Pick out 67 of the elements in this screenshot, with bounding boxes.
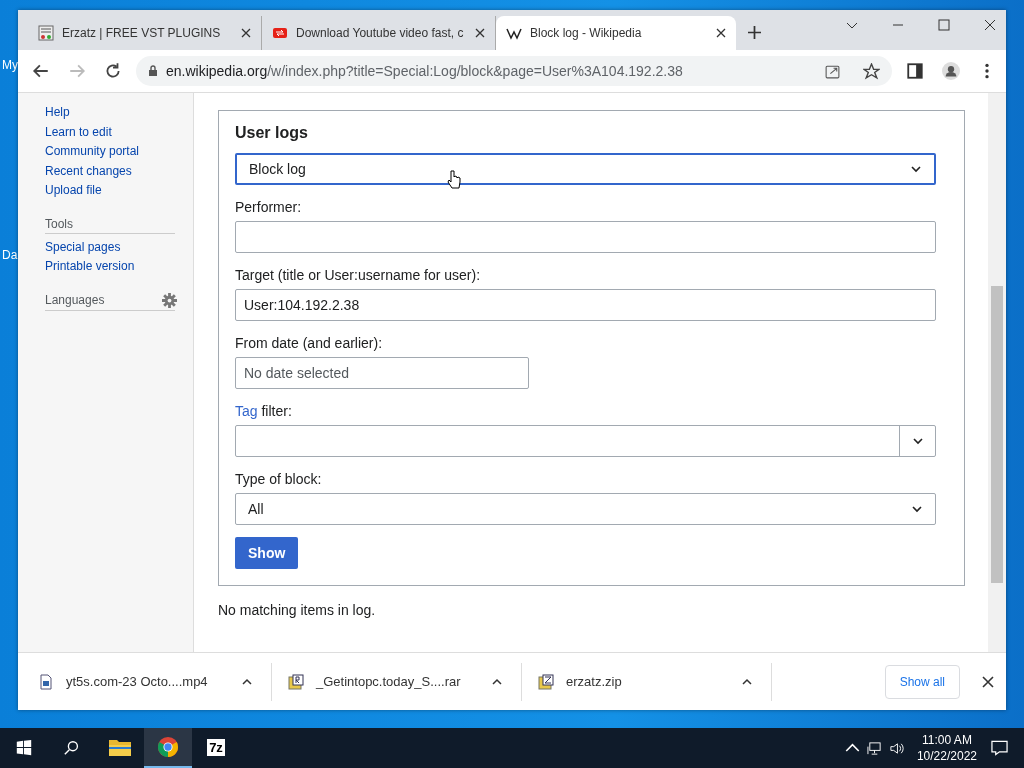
- address-bar[interactable]: en.wikipedia.org/w/index.php?title=Special:Log/block&page=User%3A104.192.2.38: [136, 56, 892, 86]
- field-label: Type of block:: [235, 471, 323, 487]
- taskbar-app[interactable]: [144, 728, 192, 768]
- sidebar-heading: Tools: [45, 216, 73, 231]
- sidebar-link[interactable]: Special pages: [45, 237, 193, 257]
- show-button[interactable]: Show: [235, 537, 299, 569]
- lock-icon: [148, 65, 158, 77]
- maximize-icon[interactable]: [938, 19, 950, 31]
- show-all-button[interactable]: Show all: [884, 664, 960, 699]
- archive-file-icon: [538, 673, 554, 690]
- field-label: Tag filter:: [235, 403, 293, 419]
- clock-time: 11:00 AM: [922, 732, 972, 748]
- download-item[interactable]: _Getintopc.today_S....rar: [288, 662, 522, 701]
- video-file-icon: [38, 673, 54, 690]
- close-icon[interactable]: [982, 675, 994, 688]
- scrollbar[interactable]: [988, 93, 1006, 652]
- download-item[interactable]: erzatz.zip: [538, 662, 772, 701]
- back-arrow-icon[interactable]: [32, 62, 50, 80]
- search-icon[interactable]: [63, 739, 81, 757]
- clock-date: 10/22/2022: [916, 748, 977, 764]
- chrome-icon: [156, 736, 180, 758]
- close-tab-icon[interactable]: [475, 28, 485, 38]
- star-icon[interactable]: [863, 62, 880, 80]
- tag-combo-field[interactable]: [235, 425, 936, 457]
- close-tab-icon[interactable]: [241, 28, 251, 38]
- dropdown[interactable]: Block log: [235, 153, 936, 185]
- browser-tab[interactable]: Block log - Wikipedia: [496, 16, 736, 50]
- sidebar-link[interactable]: Help: [45, 103, 193, 123]
- chevron-down-icon: [910, 163, 922, 175]
- field-label: Target (title or User:username for user):: [235, 267, 482, 283]
- form-legend: User logs: [235, 124, 936, 142]
- input-field[interactable]: [235, 221, 936, 253]
- network-icon[interactable]: [866, 740, 882, 756]
- date-field[interactable]: No date selected: [235, 357, 529, 389]
- taskbar-app[interactable]: 7z: [192, 728, 240, 768]
- new-tab-icon[interactable]: [748, 26, 761, 39]
- input-field[interactable]: User:104.192.2.38: [235, 289, 936, 321]
- reload-icon[interactable]: [104, 62, 122, 80]
- sidebar-link[interactable]: Recent changes: [45, 161, 193, 181]
- hand-cursor-icon: [447, 169, 461, 191]
- empty-log-message: No matching items in log.: [218, 602, 377, 618]
- side-panel-icon[interactable]: [906, 62, 924, 80]
- chevron-down-icon: [911, 503, 923, 515]
- windows-start-icon[interactable]: [15, 739, 33, 757]
- speaker-icon[interactable]: [888, 740, 904, 756]
- sidebar-link[interactable]: Upload file: [45, 181, 193, 201]
- notification-icon[interactable]: [991, 740, 1008, 756]
- profile-avatar-icon[interactable]: [942, 62, 960, 80]
- site-icon: [272, 25, 288, 41]
- download-item[interactable]: yt5s.com-23 Octo....mp4: [38, 662, 272, 701]
- archive-file-icon: [288, 673, 304, 690]
- desktop-label: Da: [2, 248, 18, 262]
- sidebar-heading: Languages: [45, 293, 105, 307]
- settings-icon[interactable]: [162, 292, 177, 308]
- close-tab-icon[interactable]: [716, 28, 726, 38]
- desktop-label: My: [2, 58, 18, 72]
- chevron-down-icon[interactable]: [911, 435, 924, 447]
- dropdown[interactable]: All: [235, 493, 936, 525]
- sidebar-link[interactable]: Community portal: [45, 142, 193, 162]
- browser-tab[interactable]: Erzatz | FREE VST PLUGINS: [28, 16, 262, 50]
- sidebar-link[interactable]: Learn to edit: [45, 122, 193, 142]
- tag-link[interactable]: Tag: [235, 403, 258, 419]
- sidebar-link[interactable]: Printable version: [45, 257, 193, 277]
- field-label: From date (and earlier):: [235, 335, 384, 351]
- field-label: Performer:: [235, 199, 303, 215]
- site-icon: [38, 25, 54, 41]
- close-icon[interactable]: [984, 19, 996, 31]
